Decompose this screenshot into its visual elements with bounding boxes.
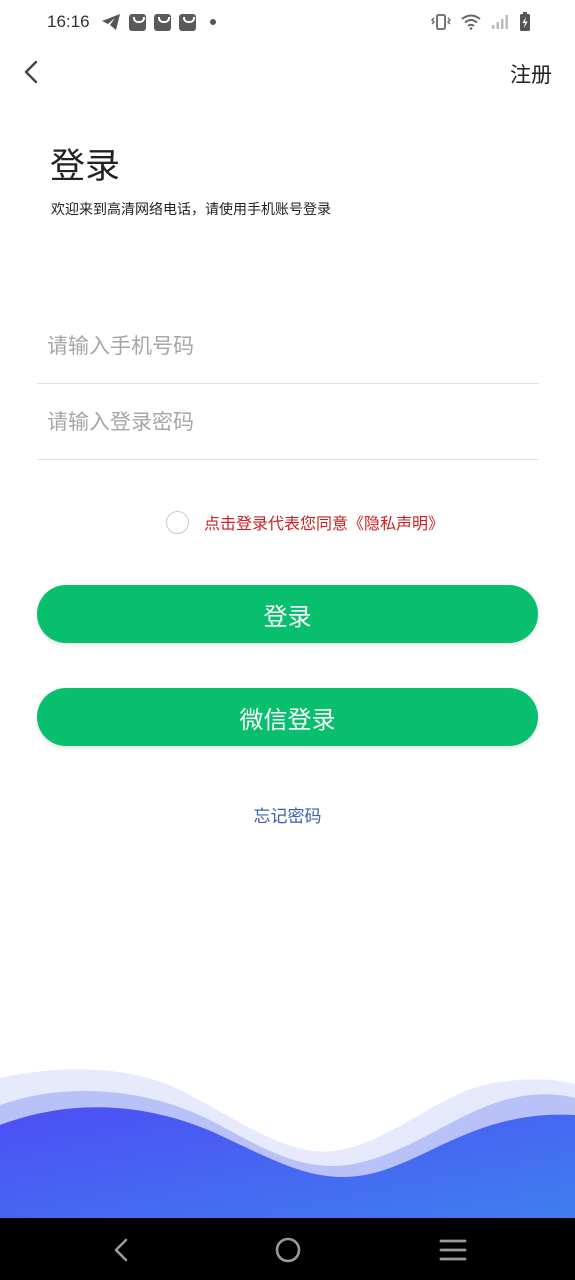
- shopping-bag-icon: [154, 13, 171, 31]
- page-subtitle: 欢迎来到高清网络电话，请使用手机账号登录: [51, 202, 331, 218]
- more-notifications-icon: [210, 19, 216, 25]
- top-nav: 注册: [0, 48, 575, 98]
- decorative-wave: [0, 1069, 575, 1218]
- nav-home-button[interactable]: [272, 1234, 304, 1266]
- chevron-left-icon: [24, 60, 38, 84]
- status-time: 16:16: [47, 12, 90, 31]
- password-input-row: [37, 383, 539, 461]
- system-icons: [431, 12, 531, 32]
- wechat-login-button[interactable]: 微信登录: [37, 688, 538, 746]
- shopping-bag-icon: [179, 13, 196, 31]
- forgot-password-link[interactable]: 忘记密码: [0, 802, 575, 827]
- system-nav-bar: [0, 1218, 575, 1280]
- signal-icon: [492, 15, 508, 29]
- password-input[interactable]: [45, 383, 529, 461]
- battery-charging-icon: [520, 12, 530, 31]
- phone-input[interactable]: [45, 307, 529, 385]
- nav-home-icon: [275, 1237, 301, 1263]
- phone-input-row: [37, 307, 539, 385]
- nav-menu-button[interactable]: [437, 1234, 469, 1266]
- shopping-bag-icon: [129, 13, 146, 31]
- nav-back-button[interactable]: [106, 1234, 138, 1266]
- nav-menu-icon: [439, 1239, 467, 1261]
- vibrate-icon: [431, 14, 451, 30]
- agreement-row: 点击登录代表您同意《隐私声明》: [166, 509, 444, 535]
- back-button[interactable]: [16, 54, 48, 90]
- wifi-icon: [461, 14, 481, 30]
- login-button[interactable]: 登录: [37, 585, 538, 643]
- register-link[interactable]: 注册: [510, 59, 552, 89]
- status-bar: 16:16: [0, 0, 575, 48]
- notification-icons: [101, 13, 216, 31]
- page-title: 登录: [50, 147, 121, 187]
- privacy-agreement-link[interactable]: 点击登录代表您同意《隐私声明》: [204, 510, 444, 534]
- agreement-checkbox[interactable]: [166, 510, 189, 534]
- nav-back-icon: [114, 1238, 128, 1262]
- telegram-icon: [102, 14, 120, 30]
